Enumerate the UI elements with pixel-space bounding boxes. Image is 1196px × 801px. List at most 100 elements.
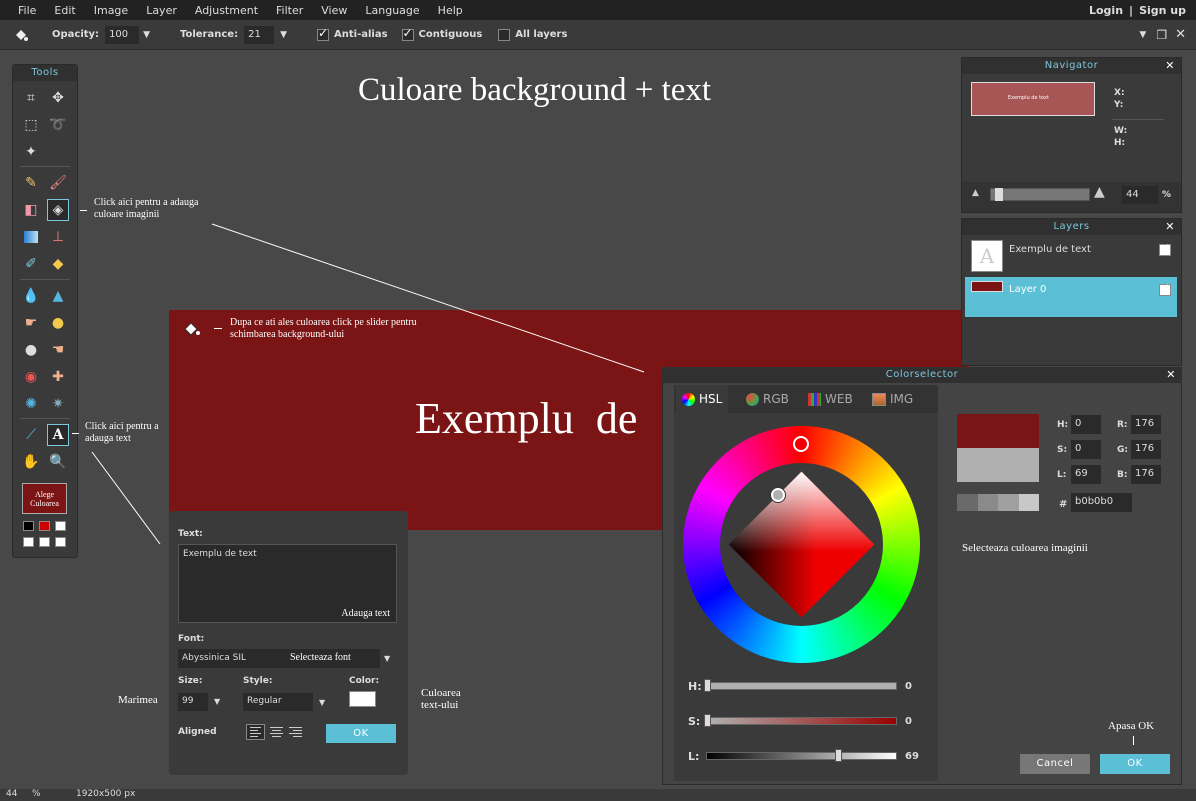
nav-x-label: X: (1114, 88, 1125, 98)
slider-s-value: 0 (905, 716, 912, 727)
nav-h-label: H: (1114, 138, 1126, 148)
cancel-button[interactable]: Cancel (1020, 754, 1090, 774)
b-field-label: B: (1117, 470, 1128, 480)
layer-thumbnail: A (971, 240, 1003, 272)
align-left-icon (250, 727, 261, 728)
align-right-button[interactable] (286, 724, 305, 740)
align-left-icon (250, 730, 258, 731)
colorselector-tabs: HSL RGB WEB IMG (674, 385, 938, 413)
style-select[interactable]: Regular (243, 693, 313, 711)
shade-swatch[interactable] (1018, 494, 1039, 511)
close-icon[interactable]: ✕ (1166, 367, 1176, 383)
slider-l-value: 69 (905, 751, 919, 762)
img-icon (872, 392, 886, 406)
font-select[interactable]: Abyssinica SIL Selecteaza font (178, 649, 380, 668)
slider-l-label: L: (688, 750, 700, 763)
close-icon[interactable]: ✕ (1165, 219, 1175, 235)
layer-visibility-checkbox[interactable] (1159, 281, 1171, 296)
ok-button[interactable]: OK (1100, 754, 1170, 774)
align-center-icon (272, 730, 281, 731)
color-annotation: Culoarea text-ului (421, 687, 461, 711)
status-zoom[interactable]: 44 (6, 789, 17, 799)
align-center-button[interactable] (267, 724, 286, 740)
text-label: Text: (178, 529, 203, 539)
navigator-preview-text: Exemplu de text (1008, 95, 1049, 101)
slider-h-label: H: (688, 680, 702, 693)
layer-name: Layer 0 (1009, 284, 1047, 295)
tab-rgb[interactable]: RGB (740, 385, 795, 413)
zoom-input[interactable]: 44 (1122, 186, 1158, 204)
old-color-preview (957, 414, 1039, 448)
text-value: Exemplu de text (183, 549, 257, 559)
layer-row[interactable]: A Exemplu de text (965, 237, 1177, 275)
close-icon[interactable]: ✕ (1165, 58, 1175, 74)
font-dropdown-icon[interactable]: ▼ (384, 654, 390, 663)
shade-swatch[interactable] (957, 494, 978, 511)
text-color-swatch[interactable] (349, 691, 376, 707)
text-textarea[interactable]: Exemplu de text Adauga text (178, 544, 397, 623)
zoom-unit: % (1162, 190, 1172, 200)
layer-row-selected[interactable]: Layer 0 (965, 277, 1177, 317)
align-left-button[interactable] (246, 724, 265, 740)
annotation-tick (1133, 736, 1134, 745)
zoom-in-icon[interactable]: ▲ (1094, 184, 1105, 200)
hex-field[interactable]: b0b0b0 (1071, 493, 1132, 512)
size-annotation: Marimea (118, 694, 158, 706)
slider-s-track[interactable] (706, 717, 897, 725)
slider-h-value: 0 (905, 681, 912, 692)
tab-hsl[interactable]: HSL (676, 385, 729, 413)
size-input[interactable]: 99 (178, 693, 208, 711)
text-ok-button[interactable]: OK (326, 724, 396, 743)
slider-s-handle[interactable] (704, 714, 711, 727)
press-ok-annotation: Apasa OK (1108, 720, 1155, 732)
zoom-slider-handle[interactable] (995, 188, 1003, 201)
colorselector-header: Colorselector ✕ (662, 367, 1182, 383)
hue-marker[interactable] (793, 436, 809, 452)
h-field-label: H: (1057, 420, 1069, 430)
l-field-label: L: (1057, 470, 1067, 480)
aligned-label: Aligned (178, 727, 217, 737)
align-center-icon (272, 736, 281, 737)
align-center-icon (270, 727, 283, 728)
hsl-icon (682, 392, 695, 406)
style-label: Style: (243, 676, 273, 686)
s-field[interactable]: 0 (1071, 440, 1101, 459)
g-field[interactable]: 176 (1131, 440, 1161, 459)
tab-img[interactable]: IMG (866, 385, 919, 413)
color-label: Color: (349, 676, 380, 686)
style-dropdown-icon[interactable]: ▼ (319, 698, 325, 707)
shade-swatches[interactable] (957, 494, 1039, 511)
hex-hash-label: # (1059, 499, 1068, 510)
zoom-out-icon[interactable]: ▲ (972, 188, 979, 198)
zoom-slider[interactable] (990, 188, 1090, 201)
size-dropdown-icon[interactable]: ▼ (214, 697, 220, 706)
align-left-icon (250, 733, 261, 734)
slider-l-handle[interactable] (835, 749, 843, 762)
h-field[interactable]: 0 (1071, 415, 1101, 434)
sl-marker[interactable] (771, 488, 785, 502)
slider-l-track[interactable] (706, 752, 897, 760)
shade-swatch[interactable] (998, 494, 1019, 511)
font-value: Abyssinica SIL (182, 653, 246, 663)
r-field-label: R: (1117, 420, 1128, 430)
tab-web[interactable]: WEB (802, 385, 859, 413)
shade-swatch[interactable] (977, 494, 998, 511)
layer-visibility-checkbox[interactable] (1159, 241, 1171, 256)
font-hint: Selecteaza font (290, 652, 351, 663)
nav-y-label: Y: (1114, 100, 1124, 110)
layer-thumbnail (971, 281, 1003, 292)
size-label: Size: (178, 676, 203, 686)
r-field[interactable]: 176 (1131, 415, 1161, 434)
align-center-icon (270, 733, 283, 734)
navigator-preview[interactable]: Exemplu de text (971, 82, 1095, 116)
font-label: Font: (178, 634, 205, 644)
layers-title: Layers (1053, 221, 1090, 232)
slider-h-track[interactable] (706, 682, 897, 690)
nav-divider (1112, 119, 1164, 120)
l-field[interactable]: 69 (1071, 465, 1101, 484)
slider-h-handle[interactable] (704, 679, 711, 692)
align-right-icon (293, 736, 302, 737)
status-bar: 44 % 1920x500 px (0, 789, 1196, 801)
b-field[interactable]: 176 (1131, 465, 1161, 484)
colorselector-title: Colorselector (885, 369, 959, 380)
